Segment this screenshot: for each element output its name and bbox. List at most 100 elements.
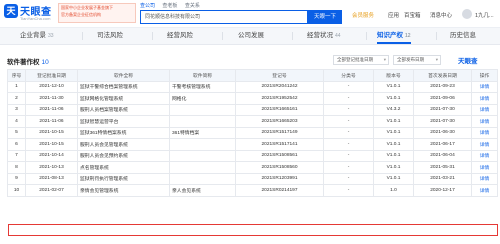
detail-link[interactable]: 详情 (471, 138, 498, 151)
cell-reg-no: 2021SR2041242 (235, 80, 324, 93)
section-title-text: 软件著作权 (7, 59, 40, 66)
cell-publish-date: 2021-07-30 (413, 103, 472, 116)
cell-reg-no: 2021SR0214197 (235, 184, 324, 197)
detail-link[interactable]: 详情 (471, 172, 498, 185)
table-row: 1 2021-12-10 监狱干警综合档案管理系统 干警考核管理系统 2021SR204… (7, 80, 498, 93)
cell-publish-date: 2020-12-17 (413, 184, 472, 197)
tab-intellectual-property[interactable]: 知识产权 12 (377, 28, 411, 44)
app-link[interactable]: 应用 (388, 11, 399, 19)
cell-class-no: - (323, 184, 374, 197)
cell-index: 6 (7, 138, 26, 151)
cell-publish-date: 2021-06-17 (413, 138, 472, 151)
detail-link[interactable]: 详情 (471, 126, 498, 139)
header-class-no: 分类号 (323, 69, 374, 82)
header-version: 版本号 (373, 69, 414, 82)
tab-label: 知识产权 (377, 32, 403, 39)
user-name[interactable]: 1九几... (475, 11, 494, 19)
message-link[interactable]: 消息中心 (430, 11, 452, 19)
section-tabs: 企业背景 33 司法风险 经营风险 公司发展 经营状况 44 知识产权 12 历史信息 (0, 28, 500, 45)
cell-index: 8 (7, 161, 26, 174)
cell-full-name: 服刑人员会见管理系统 (77, 138, 170, 151)
cell-approval-date: 2021-11-30 (25, 92, 78, 105)
search-input[interactable]: 同花顺信息科技有限公司 (140, 10, 308, 24)
cell-class-no: - (323, 138, 374, 151)
detail-link[interactable]: 详情 (471, 161, 498, 174)
search-button[interactable]: 天眼一下 (308, 10, 342, 24)
cell-index: 2 (7, 92, 26, 105)
header-reg-no: 登记号 (235, 69, 324, 82)
cell-short-name: 361特情档案 (169, 126, 236, 139)
cell-approval-date: 2021-11-06 (25, 115, 78, 128)
tab-count: 44 (335, 33, 341, 39)
approval-date-filter[interactable]: 全部登记批准日期 (333, 55, 389, 65)
cell-short-name (169, 172, 236, 185)
cell-full-name: 亲情会见管理系统 (77, 184, 170, 197)
cell-full-name: 监狱网格化管理系统 (77, 92, 170, 105)
tab-operation-risk[interactable]: 经营风险 (167, 28, 193, 44)
section-count: 10 (41, 59, 49, 66)
cell-index: 5 (7, 126, 26, 139)
cell-approval-date: 2021-10-13 (25, 161, 78, 174)
cell-version: V4.3.2 (373, 103, 414, 116)
cell-class-no: - (323, 80, 374, 93)
tab-divider (292, 32, 293, 40)
cell-approval-date: 2021-10-15 (25, 126, 78, 139)
cell-publish-date: 2021-06-04 (413, 149, 472, 162)
header-publish-date: 首次发表日期 (413, 69, 472, 82)
cell-short-name (169, 149, 236, 162)
tab-judicial-risk[interactable]: 司法风险 (97, 28, 123, 44)
header-full-name: 软件全称 (77, 69, 170, 82)
detail-link[interactable]: 详情 (471, 115, 498, 128)
detail-link[interactable]: 详情 (471, 149, 498, 162)
avatar[interactable] (462, 9, 472, 19)
vip-label: 会员服务 (352, 13, 375, 19)
cell-index: 10 (7, 184, 26, 197)
header-short-name: 软件简称 (169, 69, 236, 82)
tab-count: 33 (48, 33, 54, 39)
biz-link[interactable]: 百宝箱 (404, 11, 421, 19)
detail-link[interactable]: 详情 (471, 80, 498, 93)
cell-short-name (169, 161, 236, 174)
table-header-row: 序号 登记批准日期 软件全称 软件简称 登记号 分类号 版本号 首次发表日期 操… (7, 69, 498, 82)
detail-link[interactable]: 详情 (471, 92, 498, 105)
cell-full-name: 服刑人员会见预约系统 (77, 149, 170, 162)
cell-full-name: 监狱361特情档案系统 (77, 126, 170, 139)
cell-full-name: 服刑人员档案管理系统 (77, 103, 170, 116)
table-row: 5 2021-10-15 监狱361特情档案系统 361特情档案 2021SR15171… (7, 126, 498, 139)
tab-operation-status[interactable]: 经营状况 44 (307, 28, 341, 44)
tab-history[interactable]: 历史信息 (450, 28, 476, 44)
vip-link[interactable]: 会员服务 (352, 11, 374, 19)
software-copyright-table: 序号 登记批准日期 软件全称 软件简称 登记号 分类号 版本号 首次发表日期 操… (7, 69, 498, 197)
cell-approval-date: 2021-02-07 (25, 184, 78, 197)
cell-version: V1.0.1 (373, 92, 414, 105)
cell-publish-date: 2021-09-23 (413, 80, 472, 93)
cell-class-no: - (323, 103, 374, 116)
tab-label: 历史信息 (450, 32, 476, 39)
table-row: 10 2021-02-07 亲情会见管理系统 亲人会见系统 2021SR0214197-… (7, 184, 498, 197)
cell-version: V1.0.1 (373, 115, 414, 128)
gov-line-1: 国家中小企业发展子基金旗下 (61, 5, 113, 10)
search-tab-relation[interactable]: 查关系 (185, 3, 200, 9)
cell-class-no: - (323, 92, 374, 105)
detail-link[interactable]: 详情 (471, 103, 498, 116)
tab-label: 经营状况 (307, 32, 333, 39)
cell-class-no: - (323, 172, 374, 185)
tab-development[interactable]: 公司发展 (238, 28, 264, 44)
tab-divider (222, 32, 223, 40)
cell-approval-date: 2021-10-14 (25, 149, 78, 162)
publish-date-filter[interactable]: 全部发布日期 (393, 55, 441, 65)
search-tab-company[interactable]: 查公司 (140, 3, 155, 9)
cell-approval-date: 2021-12-10 (25, 80, 78, 93)
logo-icon[interactable]: 天 (4, 4, 18, 18)
search-tab-boss[interactable]: 查老板 (162, 3, 177, 9)
cell-short-name (169, 138, 236, 151)
detail-link[interactable]: 详情 (471, 184, 498, 197)
cell-full-name: 点名管理系统 (77, 161, 170, 174)
cell-reg-no: 2021SR1508560 (235, 161, 324, 174)
cell-version: V1.0.1 (373, 138, 414, 151)
tab-divider (82, 32, 83, 40)
tab-divider (366, 32, 367, 40)
cell-publish-date: 2021-05-31 (413, 161, 472, 174)
tab-background[interactable]: 企业背景 33 (20, 28, 54, 44)
cell-reg-no: 2021SR1517141 (235, 138, 324, 151)
